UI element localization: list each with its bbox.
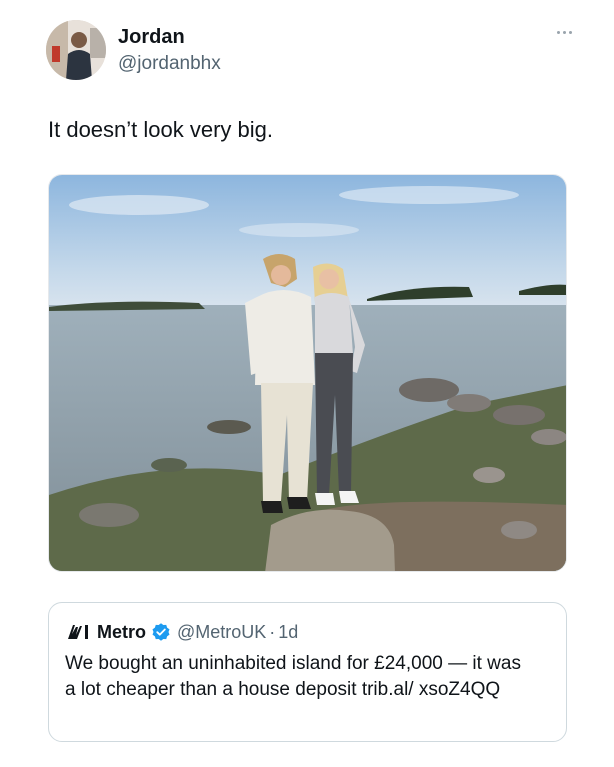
- dot: [568, 30, 572, 34]
- quoted-display-name[interactable]: Metro: [97, 622, 146, 643]
- tweet-card[interactable]: Jordan @jordanbhx It doesn’t look very b…: [0, 0, 614, 767]
- author-names: Jordan @jordanbhx: [118, 24, 221, 76]
- tweet-header: Jordan @jordanbhx: [46, 20, 576, 80]
- quoted-timestamp[interactable]: 1d: [278, 622, 298, 643]
- quoted-handle[interactable]: @MetroUK: [177, 622, 266, 643]
- author-handle[interactable]: @jordanbhx: [118, 52, 221, 76]
- couple-on-lake-shore-photo-icon: [49, 175, 566, 571]
- quoted-tweet-text: We bought an uninhabited island for £24,…: [65, 653, 521, 700]
- quoted-tweet[interactable]: Metro @MetroUK · 1d We bought an uninhab…: [48, 602, 567, 742]
- profile-photo-icon: [46, 20, 106, 80]
- separator-dot: ·: [269, 621, 276, 642]
- avatar[interactable]: [46, 20, 106, 80]
- metro-logo-icon: [68, 625, 88, 639]
- verified-badge-icon: [152, 623, 170, 641]
- dot: [556, 30, 560, 34]
- tweet-text: It doesn’t look very big.: [48, 117, 274, 142]
- dot: [562, 30, 566, 34]
- tweet-photo[interactable]: [48, 174, 567, 572]
- more-options-ellipsis-icon[interactable]: [552, 26, 576, 38]
- author-display-name[interactable]: Jordan: [118, 24, 221, 50]
- quoted-tweet-header: Metro @MetroUK · 1d: [65, 619, 298, 645]
